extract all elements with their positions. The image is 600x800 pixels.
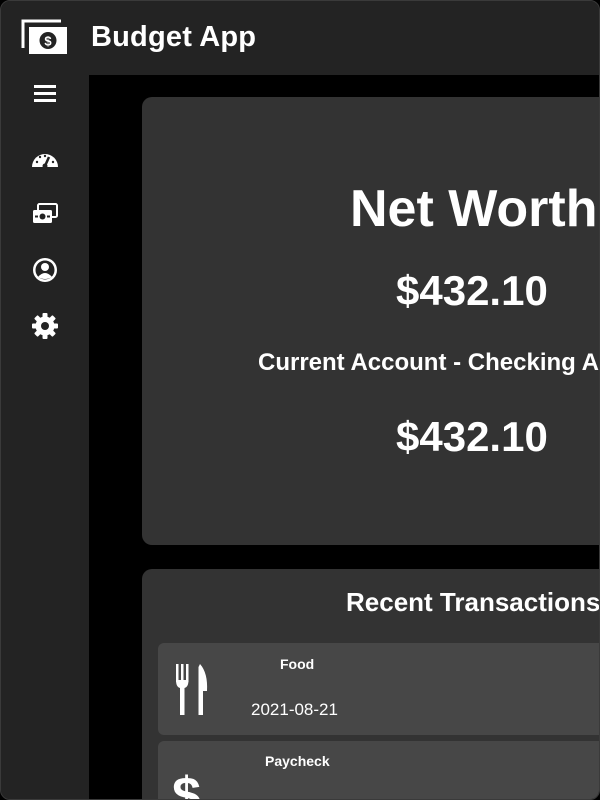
- net-worth-card: Net Worth $432.10 Current Account - Chec…: [142, 97, 599, 545]
- net-worth-title: Net Worth: [350, 180, 598, 238]
- gauge-icon[interactable]: [30, 143, 60, 173]
- money-bill-dollar-icon: $: [21, 18, 69, 56]
- hamburger-menu-icon[interactable]: [30, 79, 60, 109]
- fork-knife-icon: [172, 659, 212, 719]
- transaction-row[interactable]: Food 2021-08-21: [158, 643, 599, 735]
- svg-text:$: $: [172, 767, 201, 800]
- dollar-icon: $ o: [172, 757, 212, 800]
- app-window: $ Budget App Net Worth $432.10 Current A…: [0, 0, 600, 800]
- transaction-category: Paycheck: [265, 753, 330, 769]
- transaction-row[interactable]: $ o Paycheck: [158, 741, 599, 800]
- sidebar: [1, 75, 89, 799]
- gear-icon[interactable]: [30, 311, 60, 341]
- app-title: Budget App: [91, 21, 257, 53]
- transaction-category: Food: [280, 656, 315, 672]
- top-bar: $ Budget App: [1, 1, 599, 75]
- cards-icon[interactable]: [30, 199, 60, 229]
- recent-transactions-title: Recent Transactions: [346, 587, 600, 617]
- main-content: Net Worth $432.10 Current Account - Chec…: [89, 75, 600, 800]
- user-circle-icon[interactable]: [30, 255, 60, 285]
- net-worth-amount: $432.10: [396, 267, 548, 314]
- account-label: Current Account - Checking Account: [258, 349, 599, 376]
- svg-text:$: $: [44, 34, 52, 49]
- account-balance: $432.10: [396, 413, 548, 460]
- recent-transactions-card: Recent Transactions Food 2021-08-21 $ Pa…: [142, 569, 600, 800]
- transaction-date: 2021-08-21: [251, 700, 338, 719]
